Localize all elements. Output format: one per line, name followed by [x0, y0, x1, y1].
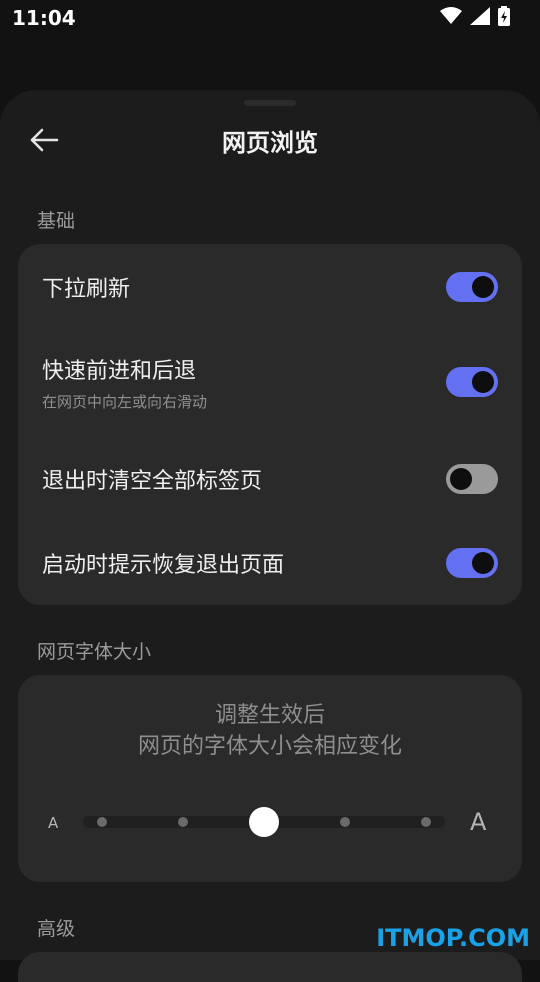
header: 网页浏览 — [0, 112, 540, 168]
clear-tabs-toggle[interactable] — [446, 464, 498, 494]
font-size-step-dot[interactable] — [421, 817, 431, 827]
font-size-small-label: A — [48, 814, 59, 832]
toggle-knob — [472, 371, 494, 393]
setting-subtitle: 在网页中向左或向右滑动 — [42, 392, 208, 411]
sheet-drag-handle[interactable] — [244, 100, 296, 106]
status-icons — [440, 6, 510, 30]
font-size-hint-line1: 调整生效后 — [214, 703, 325, 728]
setting-row-restore-prompt[interactable]: 启动时提示恢复退出页面 — [18, 532, 522, 594]
toggle-knob — [472, 276, 494, 298]
setting-title: 启动时提示恢复退出页面 — [42, 553, 285, 578]
battery-charging-icon — [498, 6, 510, 30]
advanced-settings-card — [18, 952, 522, 982]
font-size-step-dot[interactable] — [340, 817, 350, 827]
setting-row-pull-refresh[interactable]: 下拉刷新 — [18, 256, 522, 318]
font-size-hint-line2: 网页的字体大小会相应变化 — [137, 734, 402, 759]
watermark: ITMOP.COM — [376, 924, 530, 952]
section-label-advanced: 高级 — [37, 918, 76, 940]
section-label-font-size: 网页字体大小 — [37, 641, 152, 663]
section-label-basic: 基础 — [37, 210, 76, 232]
setting-title: 下拉刷新 — [42, 277, 131, 302]
restore-prompt-toggle[interactable] — [446, 548, 498, 578]
pull-refresh-toggle[interactable] — [446, 272, 498, 302]
font-size-slider-thumb[interactable] — [249, 807, 279, 837]
page-title: 网页浏览 — [222, 128, 318, 157]
basic-settings-card: 下拉刷新 快速前进和后退 在网页中向左或向右滑动 退出时清空全部标签页 启动时提… — [18, 244, 522, 605]
toggle-knob — [472, 552, 494, 574]
back-button[interactable] — [24, 122, 64, 162]
font-size-step-dot[interactable] — [178, 817, 188, 827]
signal-icon — [470, 7, 490, 29]
status-bar: 11:04 — [0, 0, 540, 36]
font-size-step-dot[interactable] — [97, 817, 107, 827]
swipe-navigation-toggle[interactable] — [446, 367, 498, 397]
settings-sheet: 网页浏览 基础 下拉刷新 快速前进和后退 在网页中向左或向右滑动 退出时清空全部… — [0, 90, 540, 960]
setting-row-swipe-navigation[interactable]: 快速前进和后退 在网页中向左或向右滑动 — [18, 342, 522, 422]
setting-title: 快速前进和后退 — [42, 358, 197, 384]
toggle-knob — [450, 468, 472, 490]
font-size-large-label: A — [470, 808, 487, 836]
wifi-icon — [440, 7, 462, 29]
font-size-slider[interactable] — [83, 807, 445, 837]
setting-title: 退出时清空全部标签页 — [42, 469, 263, 494]
font-size-card: 调整生效后 网页的字体大小会相应变化 A A — [18, 675, 522, 882]
setting-row-clear-tabs-on-exit[interactable]: 退出时清空全部标签页 — [18, 448, 522, 510]
arrow-left-icon — [29, 128, 59, 156]
status-time: 11:04 — [12, 6, 76, 30]
